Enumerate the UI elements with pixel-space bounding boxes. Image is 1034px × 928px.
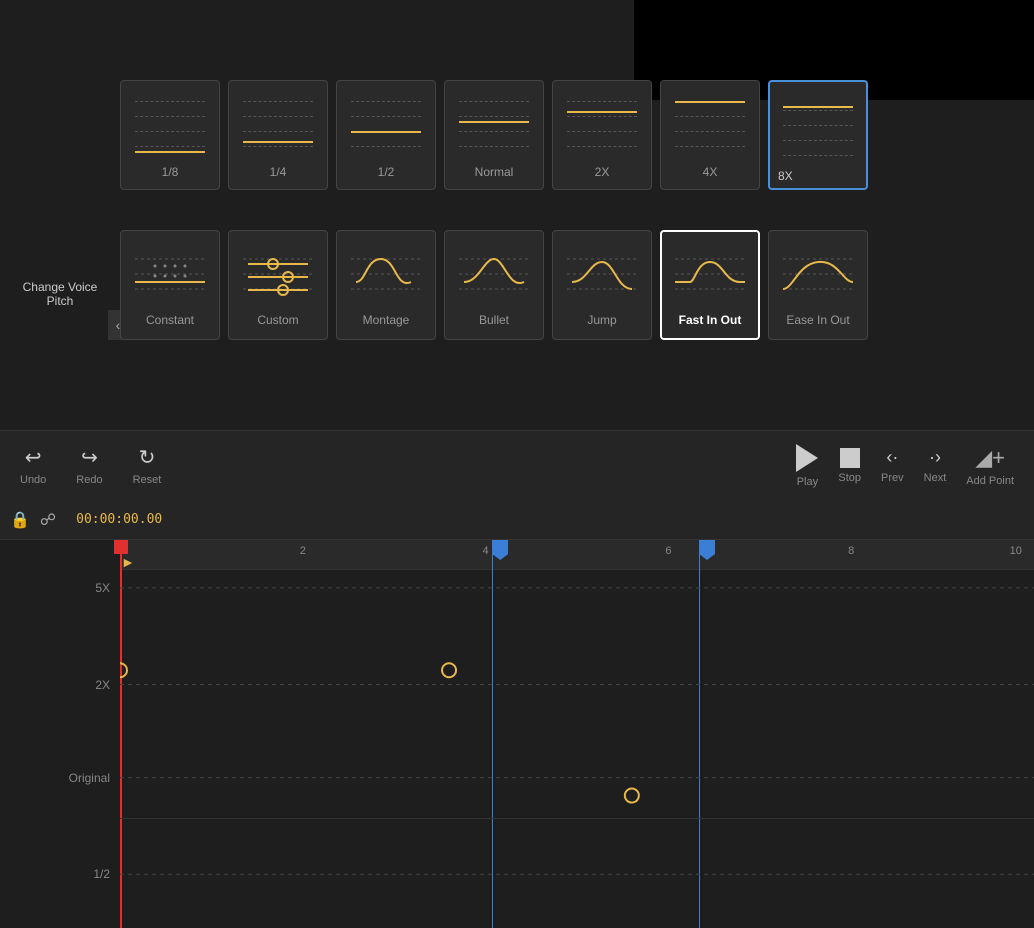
speed-label-8x: 8X xyxy=(778,169,793,183)
pitch-label-bullet: Bullet xyxy=(479,313,509,327)
speed-visual-2x xyxy=(562,91,642,161)
reset-label: Reset xyxy=(133,474,162,486)
speed-label-1-2: 1/2 xyxy=(378,165,395,179)
play-label: Play xyxy=(797,476,818,488)
pitch-card-constant[interactable]: Constant xyxy=(120,230,220,340)
speed-visual-1-4 xyxy=(238,91,318,161)
pitch-card-ease-in-out[interactable]: Ease In Out xyxy=(768,230,868,340)
speed-card-2x[interactable]: 2X xyxy=(552,80,652,190)
add-point-icon: ◢+ xyxy=(975,445,1005,471)
y-axis: 5X 2X Original 1/2 xyxy=(0,570,120,928)
speed-card-4x[interactable]: 4X xyxy=(660,80,760,190)
lock-icon[interactable]: 🔒 xyxy=(10,510,30,530)
chain-icon[interactable]: ☍ xyxy=(40,510,56,530)
prev-button[interactable]: ‹· Prev xyxy=(881,447,904,484)
ctrl-point-0[interactable] xyxy=(120,663,127,677)
speed-visual-1-8 xyxy=(130,91,210,161)
bullet-icon xyxy=(454,244,534,309)
pitch-label-jump: Jump xyxy=(587,313,616,327)
pitch-card-jump[interactable]: Jump xyxy=(552,230,652,340)
undo-button[interactable]: ↩ Undo xyxy=(20,445,46,486)
ruler-label-4: 4 xyxy=(483,545,489,557)
reset-button[interactable]: ↻ Reset xyxy=(133,445,162,486)
speed-visual-normal xyxy=(454,91,534,161)
ruler-label-10: 10 xyxy=(1010,545,1022,557)
redo-label: Redo xyxy=(76,474,102,486)
prev-icon: ‹· xyxy=(886,447,898,468)
speed-label-1-4: 1/4 xyxy=(270,165,287,179)
speed-label-normal: Normal xyxy=(475,165,514,179)
change-voice-pitch-label: Change Voice Pitch xyxy=(10,280,110,308)
y-label-5x: 5X xyxy=(95,581,110,595)
pitch-curve[interactable]: .grid-dashed { stroke: #444; stroke-dash… xyxy=(120,570,1034,928)
ruler-label-2: 2 xyxy=(300,545,306,557)
pitch-label-ease-in-out: Ease In Out xyxy=(786,313,849,327)
speed-visual-1-2 xyxy=(346,91,426,161)
redo-button[interactable]: ↪ Redo xyxy=(76,445,102,486)
stop-button[interactable]: Stop xyxy=(838,448,861,484)
y-label-1-2: 1/2 xyxy=(93,867,110,881)
montage-icon xyxy=(346,244,426,309)
pitch-label-fast-in-out: Fast In Out xyxy=(679,313,742,327)
speed-card-1-4[interactable]: 1/4 xyxy=(228,80,328,190)
undo-label: Undo xyxy=(20,474,46,486)
playback-controls: Play Stop ‹· Prev ·› Next ◢+ Add Point xyxy=(796,444,1014,488)
timeline-area: 🔒 ☍ 00:00:00.00 5X 2X Original 1/2 2 4 6… xyxy=(0,500,1034,928)
next-button[interactable]: ·› Next xyxy=(924,447,947,484)
pitch-shapes-row: Constant Custom xyxy=(120,230,868,340)
speed-card-1-8[interactable]: 1/8 xyxy=(120,80,220,190)
jump-icon xyxy=(562,244,642,309)
fast-in-out-icon xyxy=(670,244,750,309)
reset-icon: ↻ xyxy=(139,445,156,470)
pitch-label-custom: Custom xyxy=(257,313,298,327)
ctrl-point-1[interactable] xyxy=(442,663,456,677)
undo-icon: ↩ xyxy=(25,445,42,470)
stop-icon xyxy=(840,448,860,468)
pitch-card-custom[interactable]: Custom xyxy=(228,230,328,340)
pitch-card-bullet[interactable]: Bullet xyxy=(444,230,544,340)
ease-in-out-icon xyxy=(778,244,858,309)
y-label-2x: 2X xyxy=(95,678,110,692)
add-point-label: Add Point xyxy=(966,475,1014,487)
speed-label-1-8: 1/8 xyxy=(162,165,179,179)
timecode-bar: 🔒 ☍ 00:00:00.00 xyxy=(0,500,1034,540)
add-point-button[interactable]: ◢+ Add Point xyxy=(966,445,1014,487)
y-label-original: Original xyxy=(69,771,110,785)
speed-card-normal[interactable]: Normal xyxy=(444,80,544,190)
timecode-display: 00:00:00.00 xyxy=(76,512,162,527)
pitch-label-montage: Montage xyxy=(363,313,410,327)
pitch-card-montage[interactable]: Montage xyxy=(336,230,436,340)
ruler-label-8: 8 xyxy=(848,545,854,557)
ruler: 2 4 6 8 10 xyxy=(120,540,1034,570)
next-icon: ·› xyxy=(929,447,941,468)
play-icon xyxy=(796,444,818,472)
top-panel: 1/8 1/4 xyxy=(0,0,1034,430)
constant-icon xyxy=(130,244,210,309)
controls-bar: ↩ Undo ↪ Redo ↻ Reset Play Stop ‹· Prev … xyxy=(0,430,1034,500)
speed-label-2x: 2X xyxy=(595,165,610,179)
speed-presets-row: 1/8 1/4 xyxy=(120,80,868,190)
pitch-label-constant: Constant xyxy=(146,313,194,327)
speed-visual-8x xyxy=(778,100,858,170)
redo-icon: ↪ xyxy=(81,445,98,470)
playhead-arrow: ► xyxy=(121,554,135,570)
ruler-label-6: 6 xyxy=(665,545,671,557)
pitch-card-fast-in-out[interactable]: Fast In Out xyxy=(660,230,760,340)
stop-label: Stop xyxy=(838,472,861,484)
speed-card-1-2[interactable]: 1/2 xyxy=(336,80,436,190)
speed-visual-4x xyxy=(670,91,750,161)
speed-card-8x[interactable]: 8X xyxy=(768,80,868,190)
ctrl-point-2[interactable] xyxy=(625,789,639,803)
next-label: Next xyxy=(924,472,947,484)
ruler-marks: 2 4 6 8 10 xyxy=(120,540,1034,569)
play-button[interactable]: Play xyxy=(796,444,818,488)
custom-icon xyxy=(238,244,318,309)
prev-label: Prev xyxy=(881,472,904,484)
speed-label-4x: 4X xyxy=(703,165,718,179)
